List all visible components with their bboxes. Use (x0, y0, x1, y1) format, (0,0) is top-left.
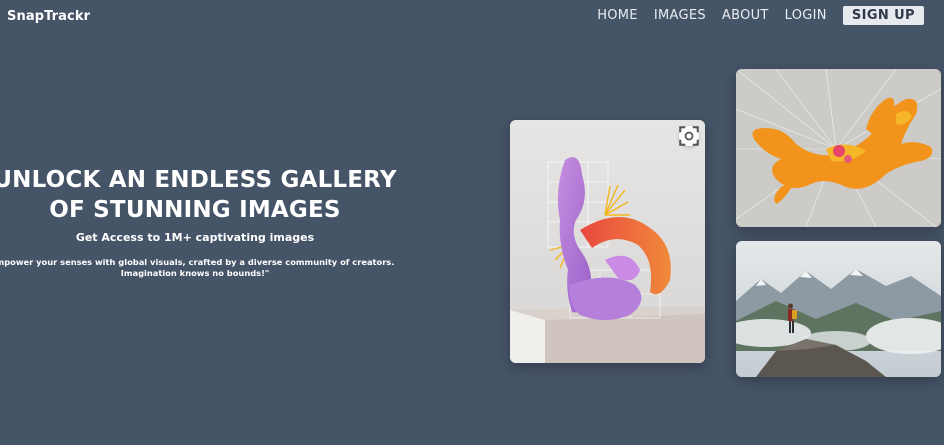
hero-description-line1: mpower your senses with global visuals, … (0, 257, 395, 267)
hero-subtitle: Get Access to 1M+ captivating images (75, 231, 315, 244)
gallery-image-mountain[interactable] (736, 241, 941, 377)
signup-button[interactable]: SIGN UP (842, 6, 924, 25)
coral-image (736, 69, 941, 227)
lens-icon-glyph (679, 126, 699, 146)
brand-logo[interactable]: SnapTrackr (7, 9, 90, 24)
hero-title: UNLOCK AN ENDLESS GALLERY OF STUNNING IM… (0, 165, 420, 225)
hero-section: UNLOCK AN ENDLESS GALLERY OF STUNNING IM… (0, 165, 420, 279)
hero-description: mpower your senses with global visuals, … (0, 257, 420, 279)
mountain-image (736, 241, 941, 377)
lens-icon[interactable] (679, 126, 699, 146)
gallery-image-coral[interactable] (736, 69, 941, 227)
sculpture-image (510, 120, 705, 363)
top-nav: HOME IMAGES ABOUT LOGIN SIGN UP (597, 6, 924, 25)
nav-login[interactable]: LOGIN (785, 8, 827, 23)
nav-home[interactable]: HOME (597, 8, 638, 23)
hero-description-line2: Imagination knows no bounds!" (120, 268, 270, 278)
hero-title-line1: UNLOCK AN ENDLESS GALLERY (0, 167, 397, 193)
page: SnapTrackr HOME IMAGES ABOUT LOGIN SIGN … (0, 0, 944, 445)
nav-about[interactable]: ABOUT (722, 8, 769, 23)
gallery-image-sculpture[interactable] (510, 120, 705, 363)
nav-images[interactable]: IMAGES (654, 8, 706, 23)
hero-title-line2: OF STUNNING IMAGES (49, 197, 341, 223)
